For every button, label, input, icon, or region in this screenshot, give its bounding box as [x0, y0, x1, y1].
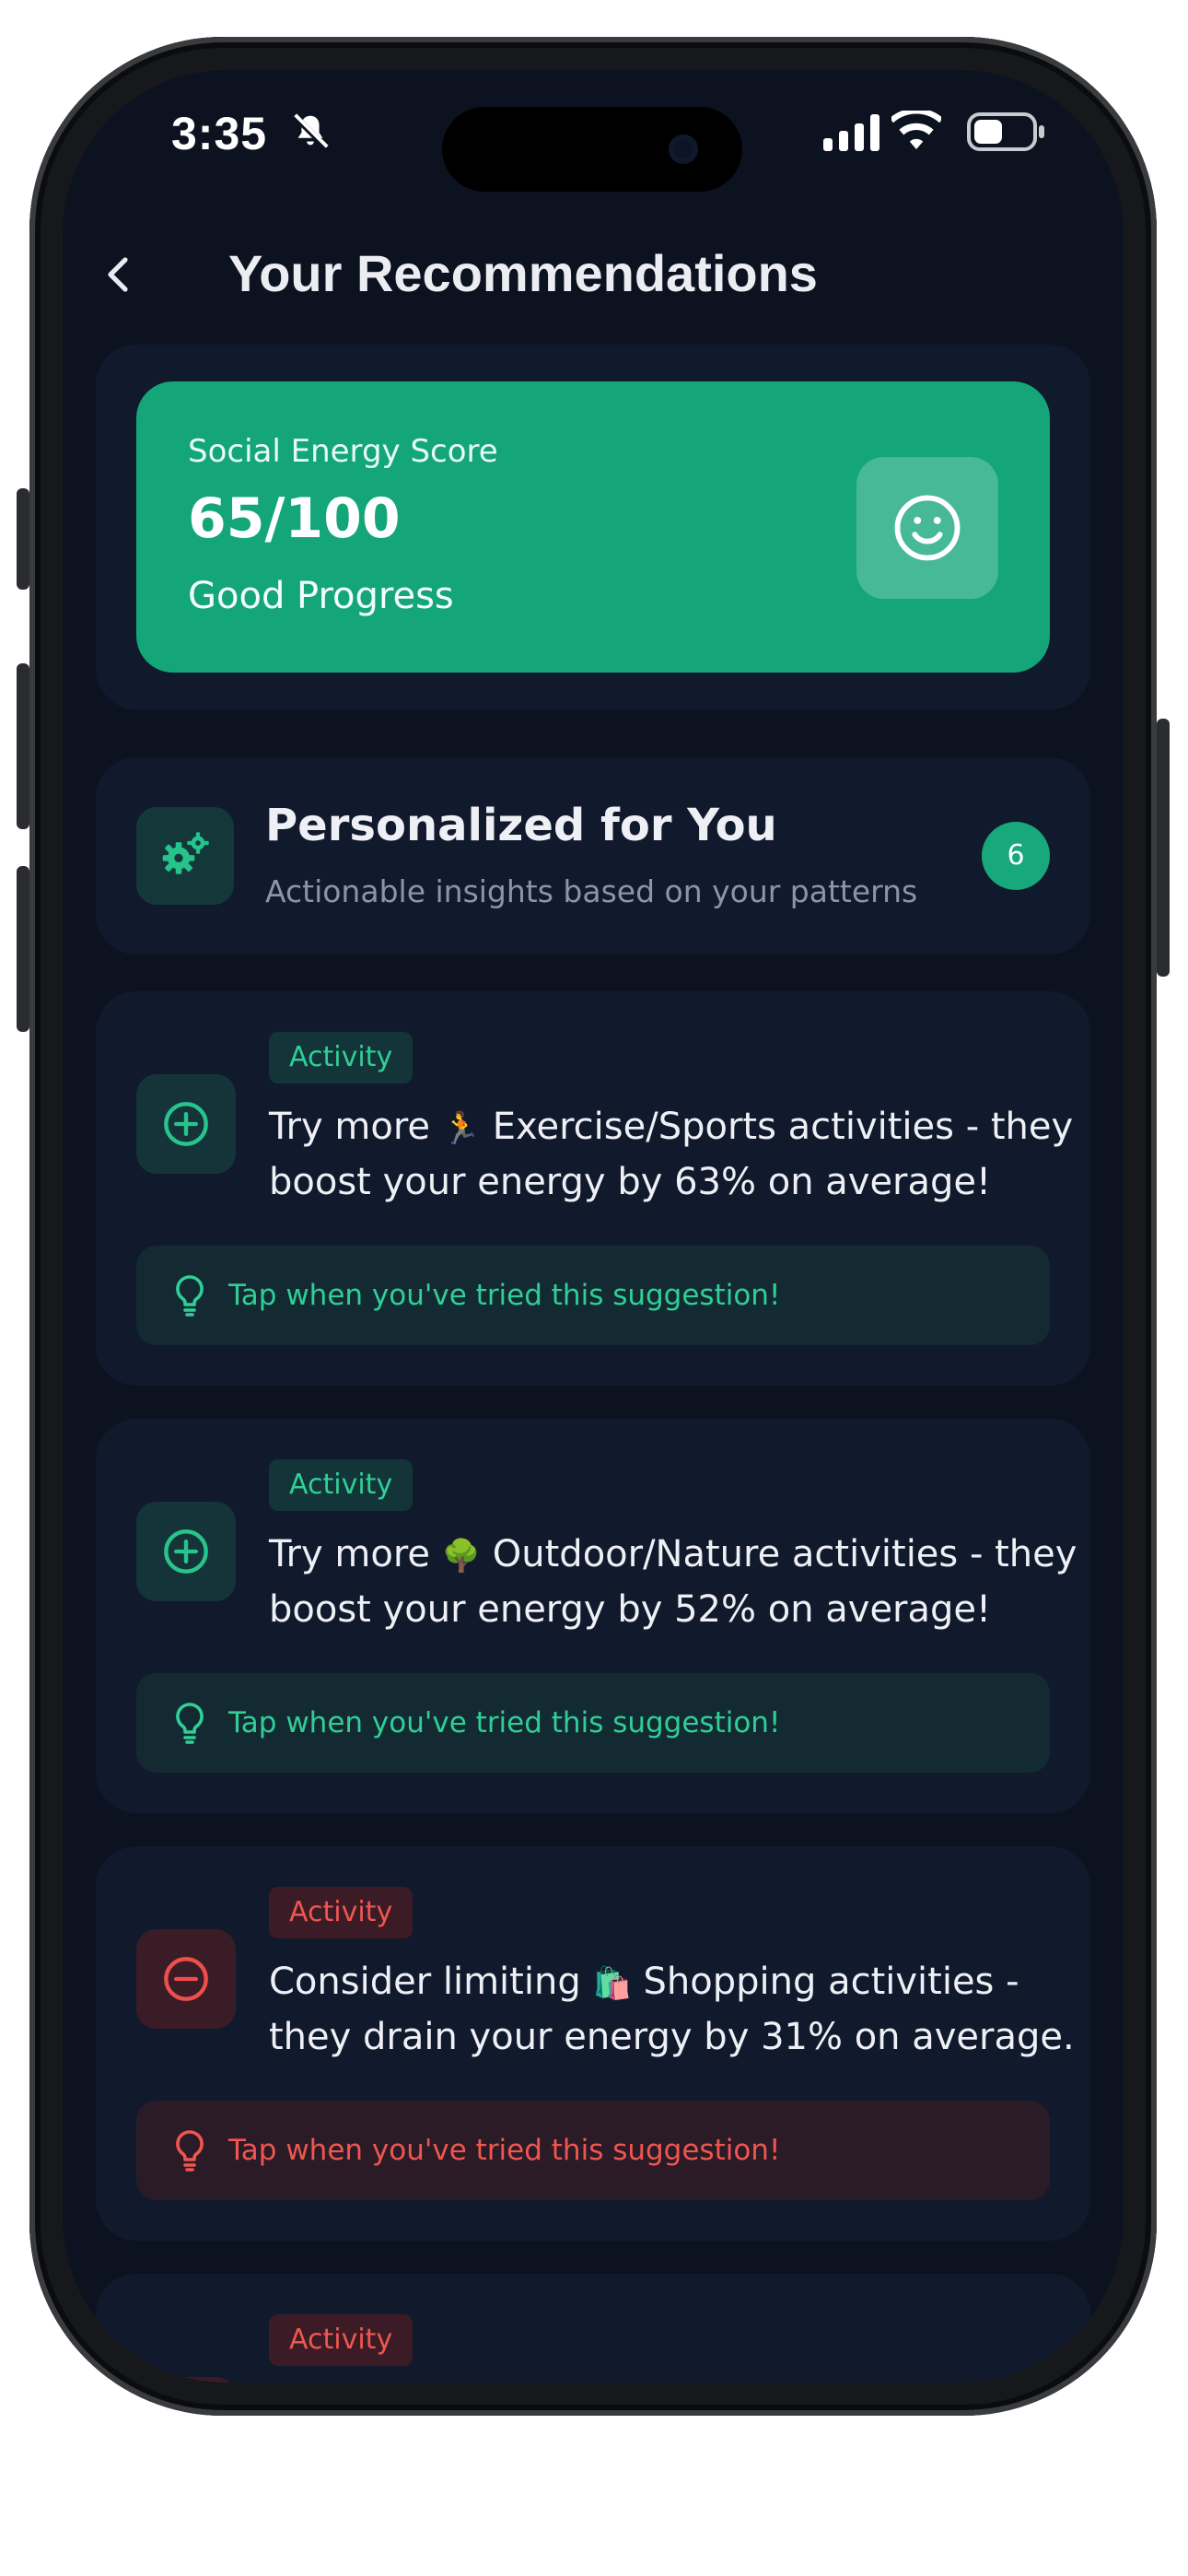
recommendation-text-lead: Try more	[269, 1106, 430, 1148]
tried-suggestion-button[interactable]: Tap when you've tried this suggestion!	[136, 1673, 1050, 1773]
personalized-subtitle: Actionable insights based on your patter…	[265, 873, 918, 909]
category-tag: Activity	[269, 2314, 413, 2366]
recommendation-card[interactable]: Activity	[96, 2274, 1090, 2383]
recommendation-text-lead: Try more	[269, 1533, 430, 1575]
recommendation-card[interactable]: Activity Try more 🏃 Exercise/Sports acti…	[96, 991, 1090, 1386]
tried-suggestion-button[interactable]: Tap when you've tried this suggestion!	[136, 1246, 1050, 1345]
personalized-title: Personalized for You	[265, 800, 777, 851]
settings-icon-box	[136, 807, 234, 905]
recommendation-emoji: 🛍️	[592, 1965, 632, 2002]
tried-suggestion-button[interactable]: Tap when you've tried this suggestion!	[136, 2101, 1050, 2200]
recommendation-text-lead: Consider limiting	[269, 1961, 581, 2003]
bell-slash-icon	[292, 113, 329, 150]
personalized-card: Personalized for You Actionable insights…	[96, 757, 1090, 954]
recommendation-text: Try more 🏃 Exercise/Sports activities - …	[269, 1100, 1079, 1209]
lightbulb-icon	[176, 2130, 204, 2172]
back-chevron-icon[interactable]	[98, 252, 142, 297]
recommendation-card[interactable]: Activity Try more 🌳 Outdoor/Nature activ…	[96, 1419, 1090, 1813]
volume-down-button	[17, 866, 29, 1032]
score-card: Social Energy Score 65/100 Good Progress	[96, 345, 1090, 709]
recommendation-icon-box	[136, 1502, 236, 1601]
hint-text: Tap when you've tried this suggestion!	[228, 1279, 781, 1312]
category-tag: Activity	[269, 1032, 413, 1083]
power-button	[1157, 719, 1170, 977]
battery-icon	[967, 112, 1044, 151]
front-camera	[669, 135, 698, 164]
recommendation-icon-box	[136, 2377, 236, 2383]
minus-circle-icon	[164, 1957, 208, 2001]
recommendation-text: Try more 🌳 Outdoor/Nature activities - t…	[269, 1528, 1079, 1636]
category-tag: Activity	[269, 1459, 413, 1511]
score-label: Social Energy Score	[188, 433, 498, 470]
recommendation-card[interactable]: Activity Consider limiting 🛍️ Shopping a…	[96, 1846, 1090, 2241]
smiley-face-icon	[894, 495, 961, 561]
volume-up-button	[17, 663, 29, 829]
action-button	[17, 488, 29, 590]
wifi-icon	[891, 111, 941, 149]
score-icon-box	[856, 457, 998, 599]
page-title: Your Recommendations	[228, 244, 818, 302]
recommendation-count-badge: 6	[982, 822, 1050, 890]
lightbulb-icon	[176, 1703, 204, 1744]
recommendation-emoji: 🌳	[441, 1538, 482, 1575]
plus-circle-icon	[164, 1102, 208, 1146]
lightbulb-icon	[176, 1275, 204, 1317]
recommendation-icon-box	[136, 1074, 236, 1174]
recommendation-emoji: 🏃	[441, 1110, 482, 1147]
cellular-signal-icon	[823, 114, 879, 151]
dynamic-island	[442, 107, 742, 192]
score-status: Good Progress	[188, 575, 454, 617]
score-value: 65/100	[188, 486, 401, 551]
recommendation-text: Consider limiting 🛍️ Shopping activities…	[269, 1955, 1079, 2064]
hint-text: Tap when you've tried this suggestion!	[228, 2134, 781, 2167]
recommendation-icon-box	[136, 1929, 236, 2029]
status-time: 3:35	[171, 108, 268, 159]
score-banner: Social Energy Score 65/100 Good Progress	[136, 381, 1050, 673]
plus-circle-icon	[164, 1529, 208, 1574]
hint-text: Tap when you've tried this suggestion!	[228, 1706, 781, 1739]
category-tag: Activity	[269, 1887, 413, 1938]
gears-icon	[162, 832, 209, 874]
app-screen: 3:35 Your Recommendations Social Energy …	[63, 70, 1124, 2383]
